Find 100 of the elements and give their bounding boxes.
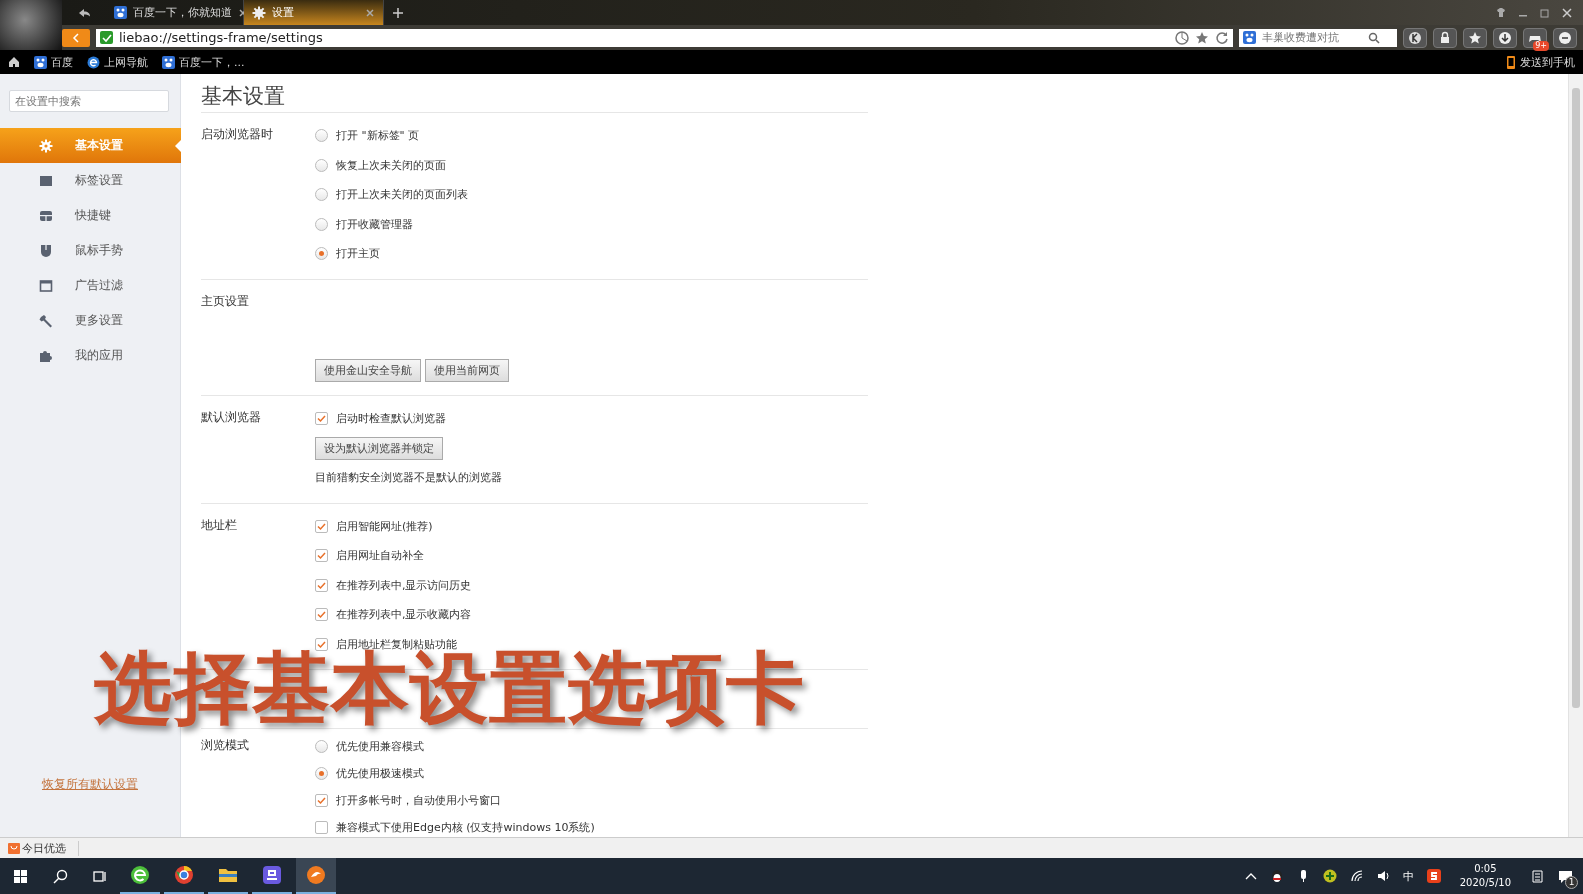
radio-button[interactable] xyxy=(315,247,328,261)
action-button[interactable]: 设为默认浏览器并锁定 xyxy=(315,436,443,460)
paw-icon xyxy=(114,6,127,19)
section-label: 启动浏览器时 xyxy=(201,127,273,141)
action-button[interactable]: 使用金山安全导航 xyxy=(315,358,421,382)
page-title: 基本设置 xyxy=(201,82,868,113)
radio-option[interactable]: 恢复上次未关闭的页面 xyxy=(315,157,446,173)
e-logo-icon xyxy=(130,865,150,885)
windows-logo-icon[interactable] xyxy=(12,868,28,884)
wifi-icon[interactable] xyxy=(1349,869,1364,883)
radio-option[interactable]: 打开收藏管理器 xyxy=(315,216,413,232)
checkbox[interactable] xyxy=(315,549,328,563)
plus-shield-icon[interactable] xyxy=(1322,869,1337,883)
lock-icon xyxy=(1438,30,1452,45)
task-view-icon[interactable] xyxy=(92,868,108,884)
refresh-icon[interactable] xyxy=(1215,30,1229,45)
new-tab-icon[interactable] xyxy=(392,6,404,19)
checkbox-option[interactable]: 启用智能网址(推荐) xyxy=(315,518,433,534)
radio-button[interactable] xyxy=(315,217,328,231)
home-icon[interactable] xyxy=(8,56,20,68)
shopping-bag-icon xyxy=(8,842,20,854)
phone-icon xyxy=(1506,55,1516,69)
checkbox-option[interactable]: 兼容模式下使用Edge内核 (仅支持windows 10系统) xyxy=(315,820,595,835)
bookmark-link[interactable]: 百度一下，... xyxy=(162,54,245,70)
radio-option[interactable]: 优先使用兼容模式 xyxy=(315,739,424,754)
radio-option[interactable]: 打开主页 xyxy=(315,246,380,262)
star-icon[interactable] xyxy=(1195,30,1209,45)
close-icon[interactable] xyxy=(365,7,375,18)
radio-button[interactable] xyxy=(315,740,328,753)
sidebar-item[interactable]: 鼠标手势 xyxy=(0,233,180,268)
radio-button[interactable] xyxy=(315,158,328,172)
action-button[interactable]: 使用当前网页 xyxy=(425,358,509,382)
paw-icon xyxy=(162,55,175,69)
toolbar-button[interactable] xyxy=(1463,27,1487,48)
mouse-icon xyxy=(39,243,53,258)
toolbar-button[interactable]: 9+ xyxy=(1523,27,1547,48)
restore-icon[interactable] xyxy=(1539,6,1551,19)
address-bar[interactable]: liebao://settings-frame/settings xyxy=(96,28,1233,47)
sidebar-item[interactable]: 快捷键 xyxy=(0,198,180,233)
checkbox[interactable] xyxy=(315,794,328,807)
chevron-up-icon[interactable] xyxy=(1244,871,1257,881)
checkbox-option[interactable]: 打开多帐号时，自动使用小号窗口 xyxy=(315,793,501,808)
checkbox[interactable] xyxy=(315,578,328,592)
bookmark-link[interactable]: 百度 xyxy=(34,54,73,70)
paw-icon xyxy=(1243,31,1256,44)
checkbox-option[interactable]: 启动时检查默认浏览器 xyxy=(315,411,446,427)
checkbox-option[interactable]: 启用网址自动补全 xyxy=(315,548,424,564)
sogou-s-icon[interactable] xyxy=(1426,869,1441,883)
browser-tab[interactable]: 设置 xyxy=(244,0,384,25)
checkbox[interactable] xyxy=(315,637,328,651)
radio-button[interactable] xyxy=(315,188,328,202)
toolbar-button[interactable] xyxy=(1403,27,1427,48)
window-icon xyxy=(39,278,53,293)
shirt-icon[interactable] xyxy=(1495,6,1507,19)
app-icon xyxy=(262,865,282,885)
radio-option[interactable]: 打开 "新标签" 页 xyxy=(315,128,420,144)
gear-icon xyxy=(252,5,266,20)
secure-check-icon xyxy=(100,31,113,44)
download-icon xyxy=(1498,30,1512,45)
sidebar-item[interactable]: 更多设置 xyxy=(0,303,180,338)
sidebar-item[interactable]: 广告过滤 xyxy=(0,268,180,303)
checkbox-option[interactable]: 在推荐列表中,显示收藏内容 xyxy=(315,607,472,623)
search-field[interactable]: 丰巢收费遭对抗 xyxy=(1260,30,1364,45)
radio-option[interactable]: 打开上次未关闭的页面列表 xyxy=(315,187,468,203)
gear-icon xyxy=(39,138,53,153)
toolbar-button[interactable] xyxy=(1553,27,1577,48)
speaker-icon[interactable] xyxy=(1376,869,1390,883)
notes-icon[interactable] xyxy=(1530,868,1545,884)
checkbox-option[interactable]: 在推荐列表中,显示访问历史 xyxy=(315,577,472,593)
checkbox[interactable] xyxy=(315,519,328,533)
bookmark-link[interactable]: 上网导航 xyxy=(87,54,148,70)
radio-option[interactable]: 优先使用极速模式 xyxy=(315,766,424,781)
star-icon xyxy=(1468,30,1482,45)
paw-icon xyxy=(34,55,47,69)
settings-search-field[interactable]: 在设置中搜索 xyxy=(9,90,169,112)
input-method-indicator[interactable]: 中 xyxy=(1402,868,1414,884)
keyboard-icon xyxy=(39,208,53,223)
radio-button[interactable] xyxy=(315,129,328,143)
penguin-icon[interactable] xyxy=(1269,869,1284,883)
checkbox[interactable] xyxy=(315,412,328,426)
toolbar-button[interactable] xyxy=(1433,27,1457,48)
daily-picks-button[interactable]: 今日优选 xyxy=(8,840,79,856)
send-to-phone-button[interactable]: 发送到手机 xyxy=(1506,54,1575,70)
checkbox[interactable] xyxy=(315,608,328,622)
checkbox[interactable] xyxy=(315,821,328,834)
radio-button[interactable] xyxy=(315,767,328,780)
section-label: 主页设置 xyxy=(201,293,249,308)
toolbar-button[interactable] xyxy=(1493,27,1517,48)
search-box[interactable]: 丰巢收费遭对抗 xyxy=(1239,28,1397,47)
search-icon[interactable] xyxy=(52,868,68,884)
system-clock[interactable]: 0:05 2020/5/10 xyxy=(1453,862,1517,890)
scrollbar[interactable] xyxy=(1568,74,1583,837)
browser-logo[interactable] xyxy=(0,0,62,50)
sidebar-item[interactable]: 标签设置 xyxy=(0,163,180,198)
section-label: 地址栏 xyxy=(201,517,237,532)
count-badge: 9+ xyxy=(1533,40,1549,51)
sidebar-item[interactable]: 我的应用 xyxy=(0,338,180,373)
close-icon[interactable] xyxy=(1561,6,1573,19)
clock-time: 0:05 xyxy=(1474,862,1497,876)
more-icon xyxy=(1558,30,1572,45)
